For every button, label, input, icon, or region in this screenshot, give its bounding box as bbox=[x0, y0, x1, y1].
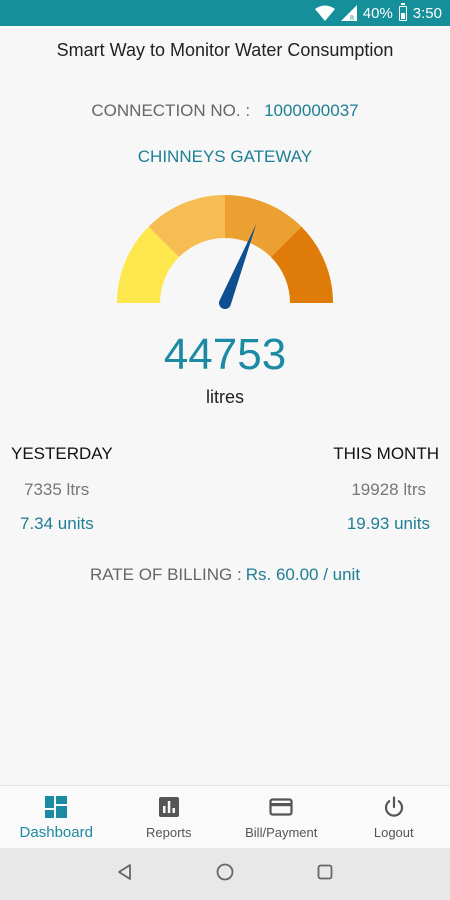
credit-card-icon bbox=[269, 796, 293, 818]
nav-dashboard-label: Dashboard bbox=[19, 824, 93, 841]
status-bar: R 40% 3:50 bbox=[0, 0, 450, 26]
yesterday-litres: 7335 ltrs bbox=[24, 480, 90, 499]
billing-rate-label: RATE OF BILLING : bbox=[89, 565, 242, 584]
clock: 3:50 bbox=[412, 4, 442, 22]
recents-icon bbox=[316, 863, 334, 886]
dashboard-icon bbox=[45, 796, 68, 818]
back-icon bbox=[116, 863, 134, 886]
recents-button[interactable] bbox=[310, 859, 340, 889]
this-month-litres: 19928 ltrs bbox=[351, 480, 426, 499]
power-icon bbox=[383, 796, 405, 818]
bar-chart-icon bbox=[158, 796, 180, 818]
reading-value: 44753 bbox=[163, 330, 287, 379]
reading-unit: litres bbox=[205, 387, 244, 407]
consumption-gauge bbox=[117, 195, 333, 309]
nav-logout[interactable]: Logout bbox=[338, 786, 450, 849]
connection-number: 1000000037 bbox=[264, 101, 359, 120]
back-button[interactable] bbox=[110, 859, 140, 889]
bottom-nav: Dashboard Reports Bill/Payment Logout bbox=[0, 785, 450, 849]
connection-label: CONNECTION NO. : bbox=[91, 101, 251, 120]
home-icon bbox=[215, 862, 235, 887]
this-month-units: 19.93 units bbox=[346, 514, 430, 533]
yesterday-label: YESTERDAY bbox=[11, 444, 113, 463]
billing-rate-row: RATE OF BILLING : Rs. 60.00 / unit bbox=[0, 565, 450, 585]
nav-bill-payment-label: Bill/Payment bbox=[245, 825, 318, 840]
billing-rate-value: Rs. 60.00 / unit bbox=[245, 565, 361, 584]
signal-icon: R bbox=[340, 5, 357, 21]
nav-reports[interactable]: Reports bbox=[113, 786, 226, 849]
nav-reports-label: Reports bbox=[145, 825, 192, 840]
svg-text:R: R bbox=[350, 15, 354, 21]
nav-bill-payment[interactable]: Bill/Payment bbox=[225, 786, 338, 849]
gateway-name: CHINNEYS GATEWAY bbox=[137, 147, 313, 166]
battery-percent: 40% bbox=[362, 4, 393, 22]
nav-dashboard[interactable]: Dashboard bbox=[0, 786, 113, 849]
battery-icon bbox=[398, 2, 407, 21]
this-month-label: THIS MONTH bbox=[333, 444, 439, 463]
wifi-icon bbox=[314, 5, 335, 21]
home-button[interactable] bbox=[210, 859, 240, 889]
connection-row: CONNECTION NO. : 1000000037 bbox=[0, 101, 450, 121]
app-title: Smart Way to Monitor Water Consumption bbox=[56, 40, 394, 60]
yesterday-units: 7.34 units bbox=[20, 514, 94, 533]
nav-logout-label: Logout bbox=[373, 825, 414, 840]
status-icons: R 40% 3:50 bbox=[314, 0, 442, 26]
system-nav-bar bbox=[0, 848, 450, 900]
